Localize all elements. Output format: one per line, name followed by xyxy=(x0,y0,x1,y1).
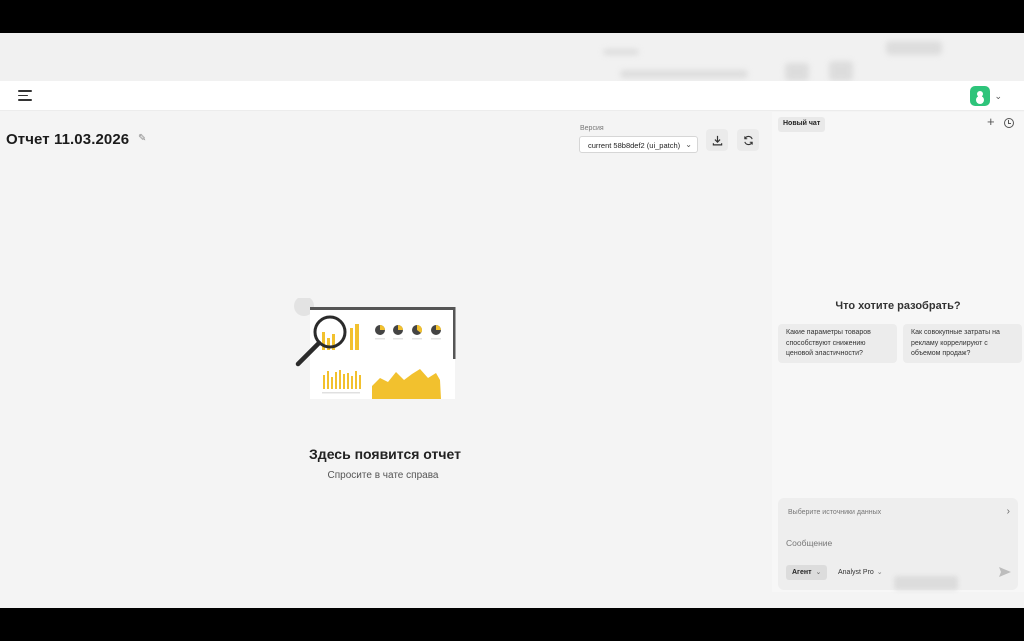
download-icon xyxy=(712,135,722,145)
model-label: Analyst Pro xyxy=(838,569,874,576)
chat-panel: Новый чат + Что хотите разобрать? Какие … xyxy=(772,112,1024,592)
background-blur xyxy=(785,63,809,81)
suggestion-card[interactable]: Какие параметры товаров способствуют сни… xyxy=(778,324,897,363)
version-label: Версия xyxy=(580,125,604,132)
tab-new-chat[interactable]: Новый чат xyxy=(778,117,826,132)
chevron-down-icon: ⌄ xyxy=(815,569,822,576)
background-blur xyxy=(829,61,853,81)
agent-mode-select[interactable]: Агент ⌄ xyxy=(786,565,828,580)
background-window-bar xyxy=(0,33,1024,81)
user-menu[interactable]: ⌄ xyxy=(970,85,1002,107)
download-button[interactable] xyxy=(706,129,728,151)
model-select[interactable]: Analyst Pro ⌄ xyxy=(838,568,883,576)
background-blur xyxy=(886,41,942,55)
version-select-value: current 58b8def2 (ui_patch) xyxy=(588,141,681,150)
background-blur xyxy=(603,49,639,55)
app-header: ⌄ xyxy=(0,81,1024,111)
chevron-down-icon: ⌄ xyxy=(685,140,692,149)
message-input[interactable] xyxy=(786,535,1006,551)
report-area: Отчет 11.03.2026 ✎ Версия current 58b8de… xyxy=(0,112,770,608)
menu-icon[interactable] xyxy=(18,90,32,102)
refresh-icon xyxy=(743,135,753,145)
agent-mode-label: Агент xyxy=(792,569,812,576)
empty-report-illustration xyxy=(294,298,456,399)
version-select[interactable]: current 58b8def2 (ui_patch) ⌄ xyxy=(579,136,698,153)
history-clock-icon[interactable] xyxy=(1004,118,1014,128)
refresh-button[interactable] xyxy=(737,129,759,151)
send-icon[interactable] xyxy=(998,566,1012,578)
report-title: Отчет 11.03.2026 xyxy=(6,131,130,148)
empty-state-subtitle: Спросите в чате справа xyxy=(327,470,439,481)
suggestion-card[interactable]: Как совокупные затраты на рекламу коррел… xyxy=(903,324,1022,363)
chevron-right-icon[interactable]: › xyxy=(1007,506,1010,517)
new-chat-plus-icon[interactable]: + xyxy=(987,115,995,129)
empty-state-title: Здесь появится отчет xyxy=(309,446,461,462)
edit-title-icon[interactable]: ✎ xyxy=(138,133,148,145)
user-avatar-icon[interactable] xyxy=(970,86,991,106)
background-blur xyxy=(894,576,958,590)
letterbox-bottom xyxy=(0,608,1024,641)
app-screen: ⌄ Отчет 11.03.2026 ✎ Версия current 58b8… xyxy=(0,33,1024,608)
letterbox-top xyxy=(0,0,1024,33)
data-sources-selector[interactable]: Выберите источники данных xyxy=(788,509,881,516)
chat-prompt-heading: Что хотите разобрать? xyxy=(835,300,961,312)
chevron-down-icon: ⌄ xyxy=(994,90,1002,101)
chevron-down-icon: ⌄ xyxy=(876,569,883,576)
background-blur xyxy=(620,70,748,78)
